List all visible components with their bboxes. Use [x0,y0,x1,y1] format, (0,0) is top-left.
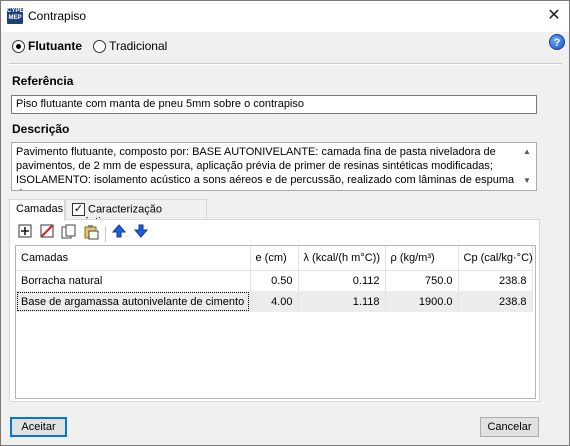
scroll-down-icon[interactable]: ▼ [523,174,531,188]
toolbar-separator [105,226,106,242]
cell-condutividade[interactable]: 0.112 [298,270,386,291]
layers-table: Camadas e (cm) λ (kcal/(h m°C)) ρ (kg/m³… [16,246,533,312]
copy-icon[interactable] [60,224,78,242]
referencia-input[interactable]: Piso flutuante com manta de pneu 5mm sob… [11,95,537,114]
help-icon[interactable]: ? [549,34,565,50]
tab-camadas[interactable]: Camadas [9,199,65,221]
descricao-scrollbar[interactable]: ▲ ▼ [519,143,536,190]
close-icon[interactable]: ✕ [541,5,567,27]
cell-camada[interactable]: Borracha natural [16,270,251,291]
caracterizacao-checkbox[interactable]: ✓ [72,203,85,216]
table-row-selected[interactable]: Base de argamassa autonivelante de cimen… [16,291,533,312]
cell-densidade[interactable]: 1900.0 [385,291,459,312]
radio-flutuante[interactable]: Flutuante [12,39,82,53]
radio-button-flutuante[interactable] [12,39,25,53]
aceitar-button[interactable]: Aceitar [10,417,67,437]
table-row[interactable]: Borracha natural 0.50 0.112 750.0 238.8 [16,270,533,291]
descricao-label: Descrição [12,122,70,136]
column-header-espessura[interactable]: e (cm) [250,246,299,271]
radio-label-tradicional: Tradicional [109,39,168,53]
column-header-condutividade[interactable]: λ (kcal/(h m°C)) [298,246,386,271]
descricao-text: Pavimento flutuante, composto por: BASE … [16,146,515,190]
cell-calor-especifico[interactable]: 238.8 [458,270,533,291]
radio-tradicional[interactable]: Tradicional [93,39,167,53]
column-header-densidade[interactable]: ρ (kg/m³) [385,246,459,271]
column-header-camadas[interactable]: Camadas [16,246,251,271]
app-icon: CYPE MEP [7,8,23,24]
dialog-window: CYPE MEP Contrapiso ✕ ? Flutuante Tradic… [0,0,570,446]
referencia-label: Referência [12,74,74,88]
radio-label-flutuante: Flutuante [28,39,82,53]
radio-button-tradicional[interactable] [93,39,107,53]
cell-espessura[interactable]: 0.50 [250,270,299,291]
scroll-up-icon[interactable]: ▲ [523,145,531,159]
column-header-calor-especifico[interactable]: Cp (cal/kg·°C) [458,246,533,271]
cancelar-button[interactable]: Cancelar [480,417,539,437]
move-up-icon[interactable] [110,224,128,242]
delete-layer-icon[interactable] [38,224,56,242]
tab-caracterizacao-acustica[interactable]: ✓Caracterização acústica [65,199,207,228]
camadas-panel: Camadas e (cm) λ (kcal/(h m°C)) ρ (kg/m³… [9,219,540,402]
layers-grid[interactable]: Camadas e (cm) λ (kcal/(h m°C)) ρ (kg/m³… [15,245,536,399]
cell-camada[interactable]: Base de argamassa autonivelante de cimen… [16,291,251,312]
cell-calor-especifico[interactable]: 238.8 [458,291,533,312]
tab-camadas-label: Camadas [16,203,64,215]
cell-espessura[interactable]: 4.00 [250,291,299,312]
separator [9,63,562,65]
mode-radio-group: Flutuante Tradicional [12,39,175,55]
descricao-textarea[interactable]: Pavimento flutuante, composto por: BASE … [11,142,537,191]
cell-densidade[interactable]: 750.0 [385,270,459,291]
table-header-row: Camadas e (cm) λ (kcal/(h m°C)) ρ (kg/m³… [16,246,533,271]
add-layer-icon[interactable] [16,224,34,242]
window-title: Contrapiso [28,9,87,23]
paste-icon[interactable] [82,224,100,242]
cell-condutividade[interactable]: 1.118 [298,291,386,312]
move-down-icon[interactable] [132,224,150,242]
title-bar: CYPE MEP Contrapiso ✕ [1,1,569,32]
